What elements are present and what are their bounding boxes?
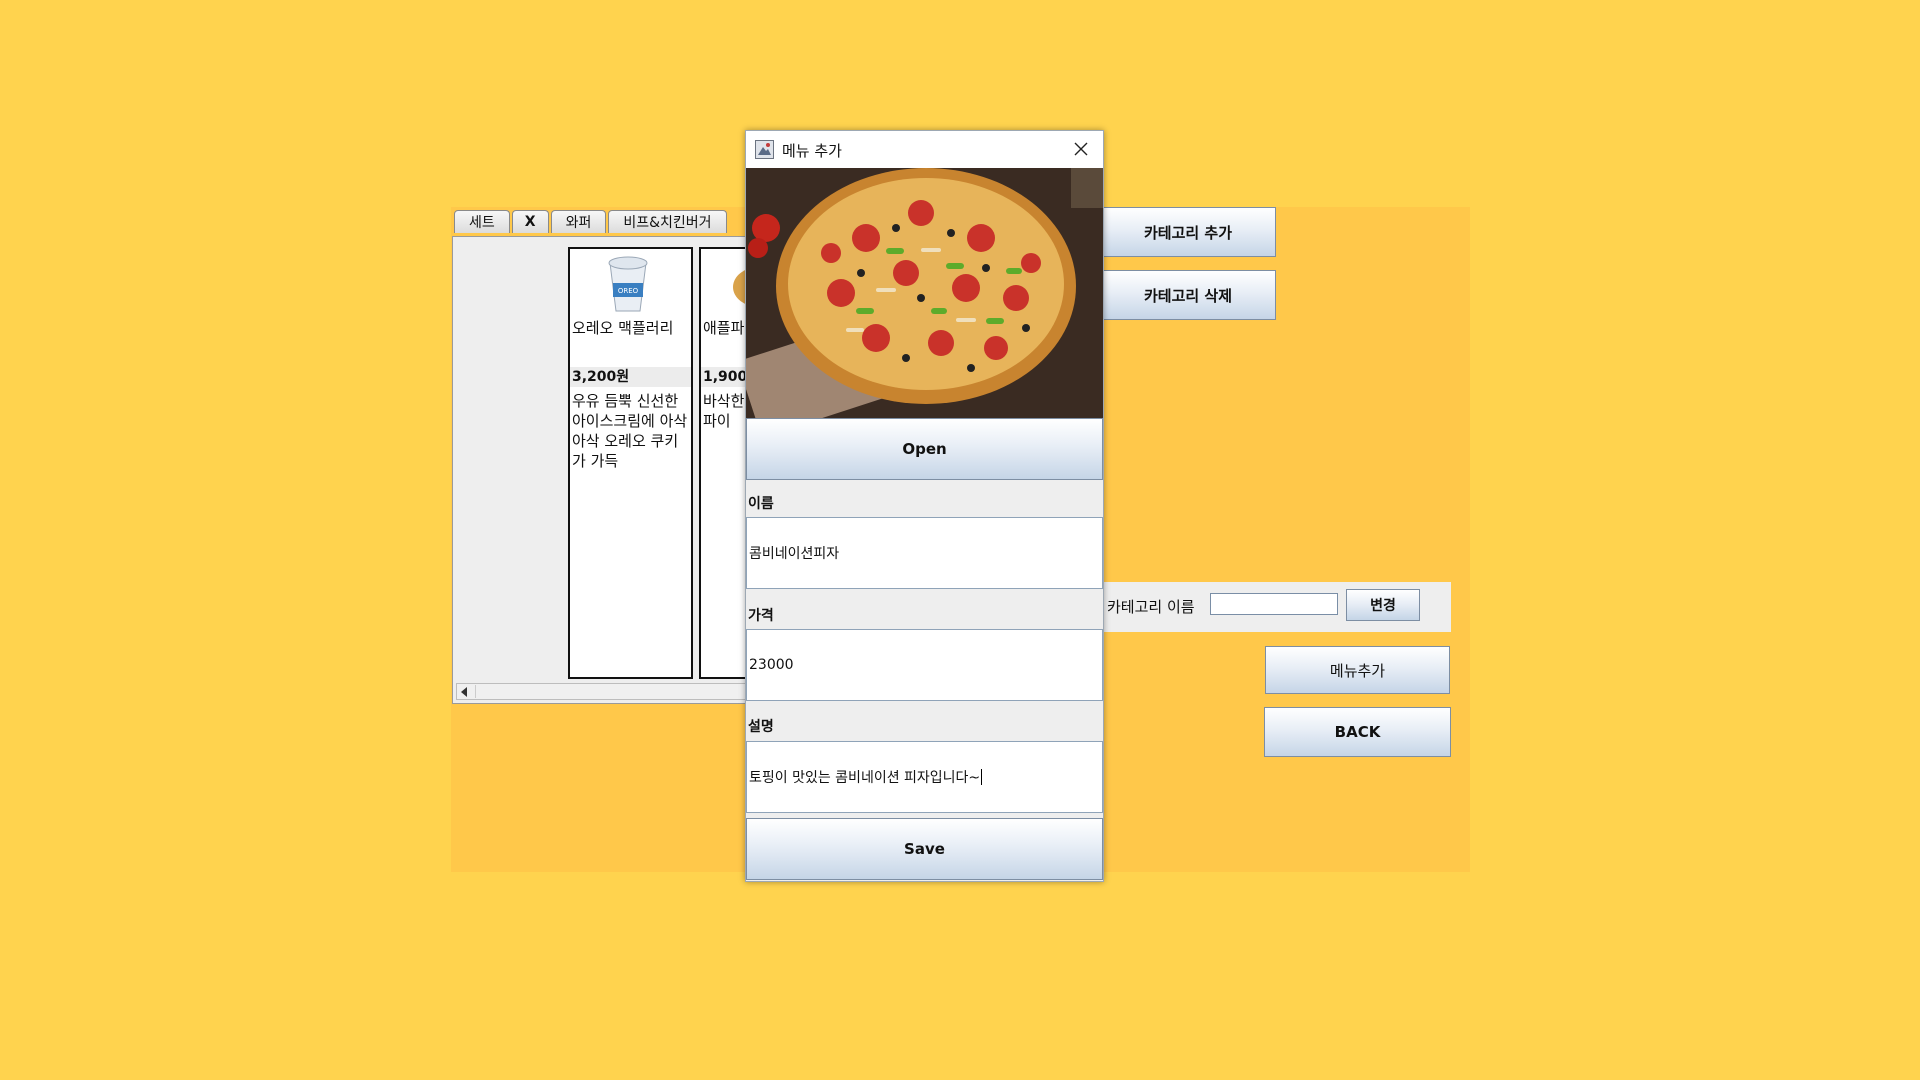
price-field[interactable]: 23000	[746, 629, 1103, 701]
category-name-label: 카테고리 이름	[1107, 598, 1195, 616]
tab-whopper[interactable]: 와퍼	[550, 210, 607, 233]
menu-name: 오레오 맥플러리	[572, 319, 674, 337]
menu-price: 3,200원	[570, 367, 691, 387]
java-app-icon	[755, 140, 774, 159]
add-menu-dialog: 메뉴 추가 Open 이름 콤비네이션피자 가격 23000 설명 토핑이 맛있…	[745, 130, 1104, 882]
add-category-button[interactable]: 카테고리 추가	[1100, 207, 1276, 257]
menu-name: 애플파	[703, 319, 745, 337]
add-menu-button[interactable]: 메뉴추가	[1265, 646, 1450, 694]
back-button[interactable]: BACK	[1264, 707, 1451, 757]
price-value: 23000	[749, 657, 794, 673]
tab-beef-chicken-burger[interactable]: 비프&치킨버거	[608, 210, 727, 233]
dialog-title: 메뉴 추가	[782, 142, 842, 160]
price-label: 가격	[748, 608, 774, 624]
text-caret	[981, 769, 983, 785]
tab-set[interactable]: 세트	[454, 210, 510, 233]
category-name-input[interactable]	[1210, 593, 1338, 615]
scroll-left-icon[interactable]	[461, 687, 467, 697]
description-value: 토핑이 맛있는 콤비네이션 피자입니다~	[749, 770, 981, 786]
description-field[interactable]: 토핑이 맛있는 콤비네이션 피자입니다~	[746, 741, 1103, 813]
name-value: 콤비네이션피자	[749, 546, 840, 562]
close-icon[interactable]	[1071, 139, 1091, 159]
menu-card[interactable]: OREO 오레오 맥플러리 3,200원 우유 듬뿍 신선한 아이스크림에 아삭…	[568, 247, 693, 679]
change-category-button[interactable]: 변경	[1346, 589, 1420, 621]
name-field[interactable]: 콤비네이션피자	[746, 517, 1103, 589]
menu-description: 우유 듬뿍 신선한 아이스크림에 아삭 아삭 오레오 쿠키가 가득	[572, 392, 688, 470]
svg-text:OREO: OREO	[618, 287, 639, 295]
category-tabbar: 세트 X 와퍼 비프&치킨버거	[454, 210, 727, 234]
mcflurry-image: OREO	[598, 253, 658, 315]
dialog-titlebar[interactable]: 메뉴 추가	[746, 131, 1103, 168]
horizontal-scrollbar[interactable]	[456, 683, 751, 700]
save-button[interactable]: Save	[746, 818, 1103, 880]
open-image-button[interactable]: Open	[746, 418, 1103, 480]
menu-image-preview	[746, 168, 1103, 418]
name-label: 이름	[748, 496, 774, 512]
tab-x[interactable]: X	[511, 210, 549, 233]
scroll-track[interactable]	[475, 685, 750, 698]
delete-category-button[interactable]: 카테고리 삭제	[1100, 270, 1276, 320]
description-label: 설명	[748, 719, 774, 735]
